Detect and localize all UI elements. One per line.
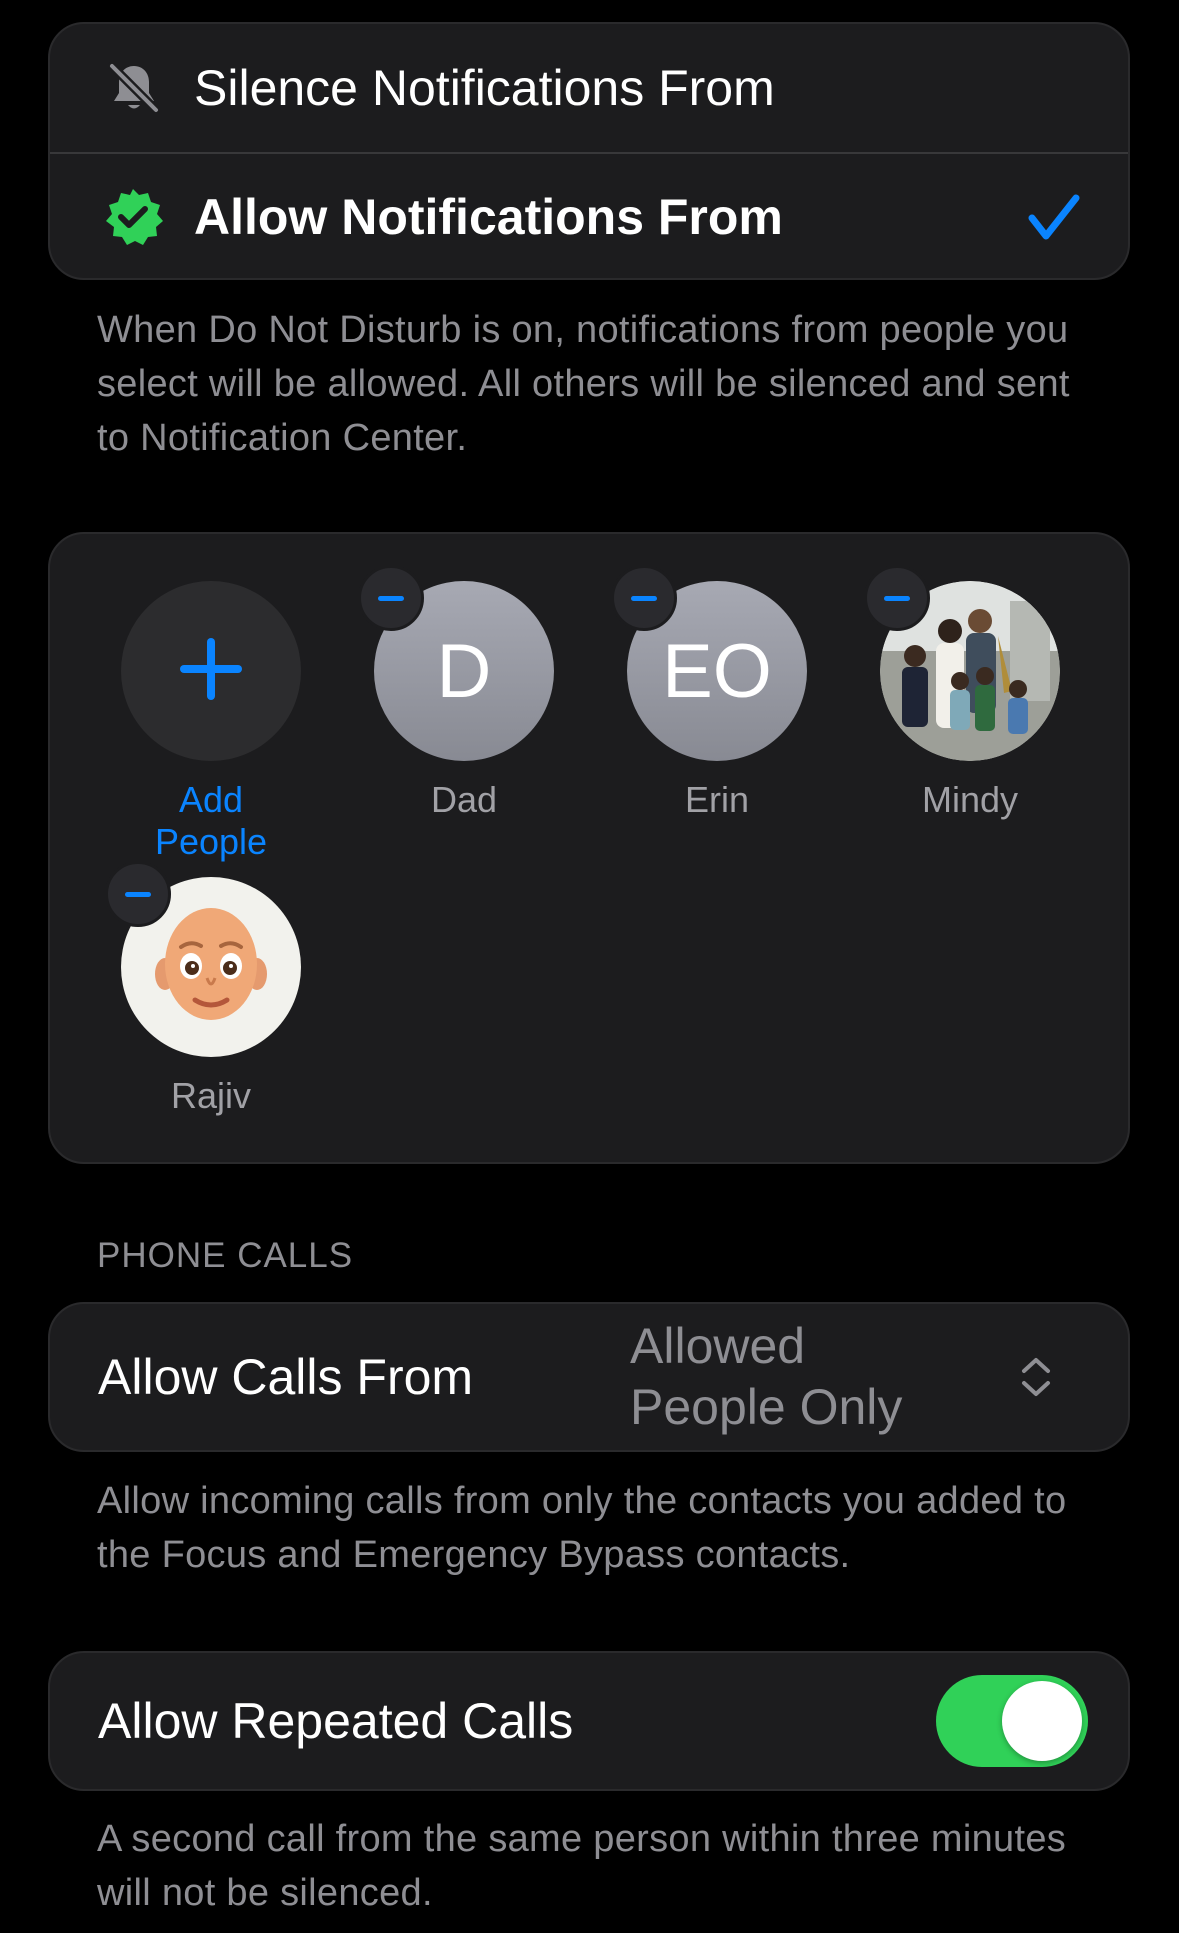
- chevron-up-down-icon[interactable]: [1020, 1356, 1052, 1398]
- allow-calls-label: Allow Calls From: [98, 1349, 474, 1405]
- allow-calls-row[interactable]: Allow Calls From Allowed People Only: [50, 1304, 1128, 1450]
- checkmark-seal-icon: [102, 186, 164, 248]
- repeated-calls-card: Allow Repeated Calls: [48, 1651, 1130, 1791]
- repeated-calls-label: Allow Repeated Calls: [98, 1693, 574, 1749]
- person-name: Mindy: [921, 779, 1019, 820]
- memoji-face-image: [155, 908, 267, 1020]
- allow-calls-footnote: Allow incoming calls from only the conta…: [97, 1480, 1067, 1576]
- allow-notifications-label: Allow Notifications From: [194, 189, 783, 245]
- checkmark-icon: [1028, 192, 1080, 244]
- avatar-photo: [864, 565, 1060, 761]
- avatar: EO: [611, 565, 807, 761]
- silence-notifications-row[interactable]: Silence Notifications From: [50, 24, 1128, 152]
- allow-calls-card: Allow Calls From Allowed People Only: [48, 1302, 1130, 1452]
- remove-person-button[interactable]: [105, 861, 171, 927]
- minus-icon: [884, 595, 910, 601]
- minus-icon: [378, 595, 404, 601]
- minus-icon: [631, 595, 657, 601]
- bell-slash-icon: [106, 60, 162, 116]
- remove-person-button[interactable]: [358, 565, 424, 631]
- remove-person-button[interactable]: [611, 565, 677, 631]
- allowed-people-card: Add People D Dad EO Erin Mindy Rajiv: [48, 532, 1130, 1164]
- avatar-initials: D: [436, 628, 492, 714]
- person-dad[interactable]: D Dad: [358, 565, 554, 821]
- avatar: D: [358, 565, 554, 761]
- allow-calls-value[interactable]: Allowed People Only: [630, 1316, 950, 1438]
- plus-icon: [180, 637, 242, 705]
- minus-icon: [125, 891, 151, 897]
- remove-person-button[interactable]: [864, 565, 930, 631]
- person-rajiv[interactable]: Rajiv: [105, 861, 301, 1117]
- person-erin[interactable]: EO Erin: [611, 565, 807, 821]
- add-people-label: Add People: [154, 779, 268, 862]
- add-people-circle[interactable]: [121, 581, 301, 761]
- person-name: Dad: [430, 779, 498, 820]
- repeated-calls-footnote: A second call from the same person withi…: [97, 1818, 1067, 1914]
- avatar-memoji: [105, 861, 301, 1057]
- avatar-initials: EO: [662, 628, 772, 714]
- person-mindy[interactable]: Mindy: [864, 565, 1060, 821]
- repeated-calls-toggle[interactable]: [936, 1675, 1088, 1767]
- add-people-button[interactable]: Add People: [121, 581, 301, 863]
- toggle-knob: [1002, 1681, 1082, 1761]
- silence-notifications-label: Silence Notifications From: [194, 60, 775, 116]
- person-name: Erin: [684, 779, 750, 820]
- allow-notifications-row[interactable]: Allow Notifications From: [50, 154, 1128, 280]
- repeated-calls-row: Allow Repeated Calls: [50, 1653, 1128, 1789]
- notification-footnote: When Do Not Disturb is on, notifications…: [97, 309, 1070, 459]
- phone-calls-section-header: PHONE CALLS: [97, 1236, 354, 1275]
- notification-mode-card: Silence Notifications From Allow Notific…: [48, 22, 1130, 280]
- person-name: Rajiv: [170, 1075, 251, 1116]
